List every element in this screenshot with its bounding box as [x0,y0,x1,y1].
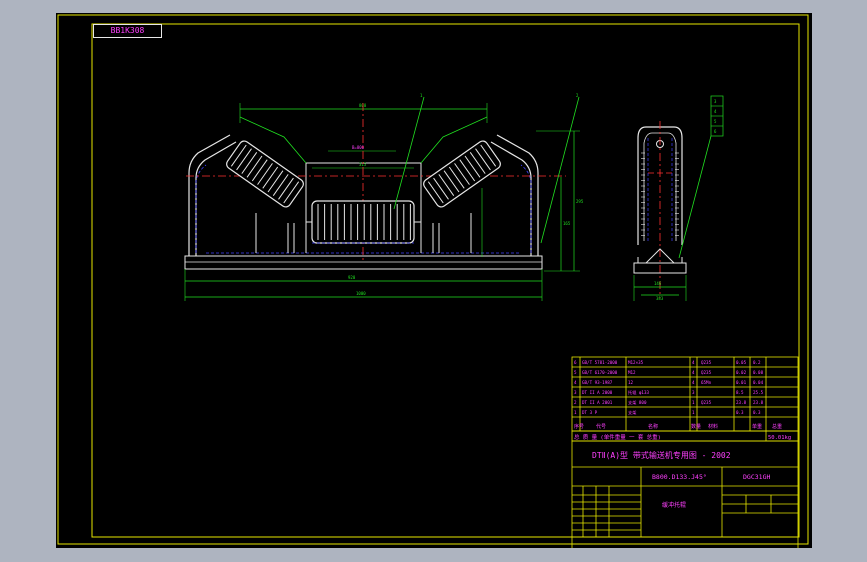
parts-cell-no: 4 [574,380,577,385]
right-wing-roller [423,140,501,208]
svg-text:1: 1 [420,93,423,98]
header-code: 代号 [596,423,606,430]
parts-cell-material: Q235 [701,360,712,365]
left-wing-roller [226,140,304,208]
drawing-number-stamp: BB1K308 [93,24,162,38]
parts-cell-total: 0.04 [753,380,764,385]
parts-cell-code: GB/T 5781-2000 [582,360,618,365]
parts-cell-name: M12 [628,370,636,375]
dim-height-right: 295 [576,199,584,204]
parts-cell-qty: 4 [692,360,695,365]
dim-side-base: 146 [654,281,662,286]
parts-cell-no: 6 [574,360,577,365]
parts-cell-material: Q235 [701,370,712,375]
parts-cell-name: 支架 800 [628,399,647,406]
parts-cell-weight: 0.02 [736,370,747,375]
outer-border [57,14,809,545]
parts-cell-total: 0.3 [753,410,761,415]
parts-cell-qty: 4 [692,370,695,375]
dim-base-span: 920 [348,275,356,280]
svg-text:3: 3 [714,99,717,104]
dim-overall-width: 1000 [356,291,366,296]
title-banner: DTⅡ(A)型 带式输送机专用图 - 2002 [592,450,731,460]
dim-height-inner: 165 [563,221,571,226]
conveyor-idler-drawing: 800 B=800 315 920 1000 295 165 1 2 146 3… [57,14,809,548]
center-roller [306,200,421,244]
parts-cell-qty: 4 [692,380,695,385]
svg-text:6: 6 [714,129,717,134]
parts-cell-code: DT II A 2000 [582,390,613,395]
parts-cell-no: 3 [574,390,577,395]
cad-drawing-canvas: 800 B=800 315 920 1000 295 165 1 2 146 3… [56,13,812,548]
scale-row: 总 质 量 (单件重量 一 套 总重) [574,433,661,441]
parts-list-header: 序号 代号 名称 数量 材料 单重 总重 [574,423,782,430]
parts-cell-weight: 0.01 [736,380,747,385]
parts-cell-code: GB/T 6170-2000 [582,370,618,375]
parts-cell-code: DT 3 P [582,410,598,415]
parts-cell-weight: 23.8 [736,400,747,405]
parts-cell-name: M12×35 [628,360,644,365]
parts-cell-material: 65Mn [701,380,712,385]
svg-text:5: 5 [714,119,717,124]
part-name: 缓冲托辊 [662,501,686,509]
svg-text:4: 4 [714,109,717,114]
header-material: 材料 [708,423,718,430]
total-weight: 50.01kg [768,435,791,441]
parts-cell-total: 23.8 [753,400,764,405]
parts-cell-name: 12 [628,380,634,385]
header-total-weight: 总重 [772,423,782,430]
front-view: 800 B=800 315 920 1000 295 165 1 2 [184,93,584,301]
parts-cell-qty: 3 [692,390,695,395]
dim-side-height: 383 [656,296,664,301]
parts-cell-weight: 0.05 [736,360,747,365]
header-qty: 数量 [691,423,701,430]
base-plate [184,255,543,270]
parts-cell-weight: 0.3 [736,410,744,415]
header-unit-weight: 单重 [752,423,762,430]
parts-cell-no: 2 [574,400,577,405]
parts-cell-total: 25.5 [753,390,764,395]
drawing-code: DGC31GH [743,473,770,481]
parts-cell-qty: 1 [692,410,695,415]
parts-cell-weight: 8.5 [736,390,744,395]
parts-cell-material: Q235 [701,400,712,405]
parts-cell-total: 0.2 [753,360,761,365]
header-name: 名称 [648,423,658,430]
inner-border [91,23,800,538]
parts-cell-name: 支架 [628,409,636,416]
parts-cell-total: 0.08 [753,370,764,375]
parts-cell-qty: 1 [692,400,695,405]
spec-text: B800.D133.J45° [652,473,707,481]
side-view: 146 383 3 4 5 6 [633,95,724,301]
parts-cell-code: DT II A 2001 [582,400,613,405]
parts-cell-no: 5 [574,370,577,375]
parts-cell-no: 1 [574,410,577,415]
parts-cell-name: 托辊 φ133 [628,389,649,396]
header-no: 序号 [574,423,584,430]
parts-cell-code: GB/T 93-1987 [582,380,613,385]
